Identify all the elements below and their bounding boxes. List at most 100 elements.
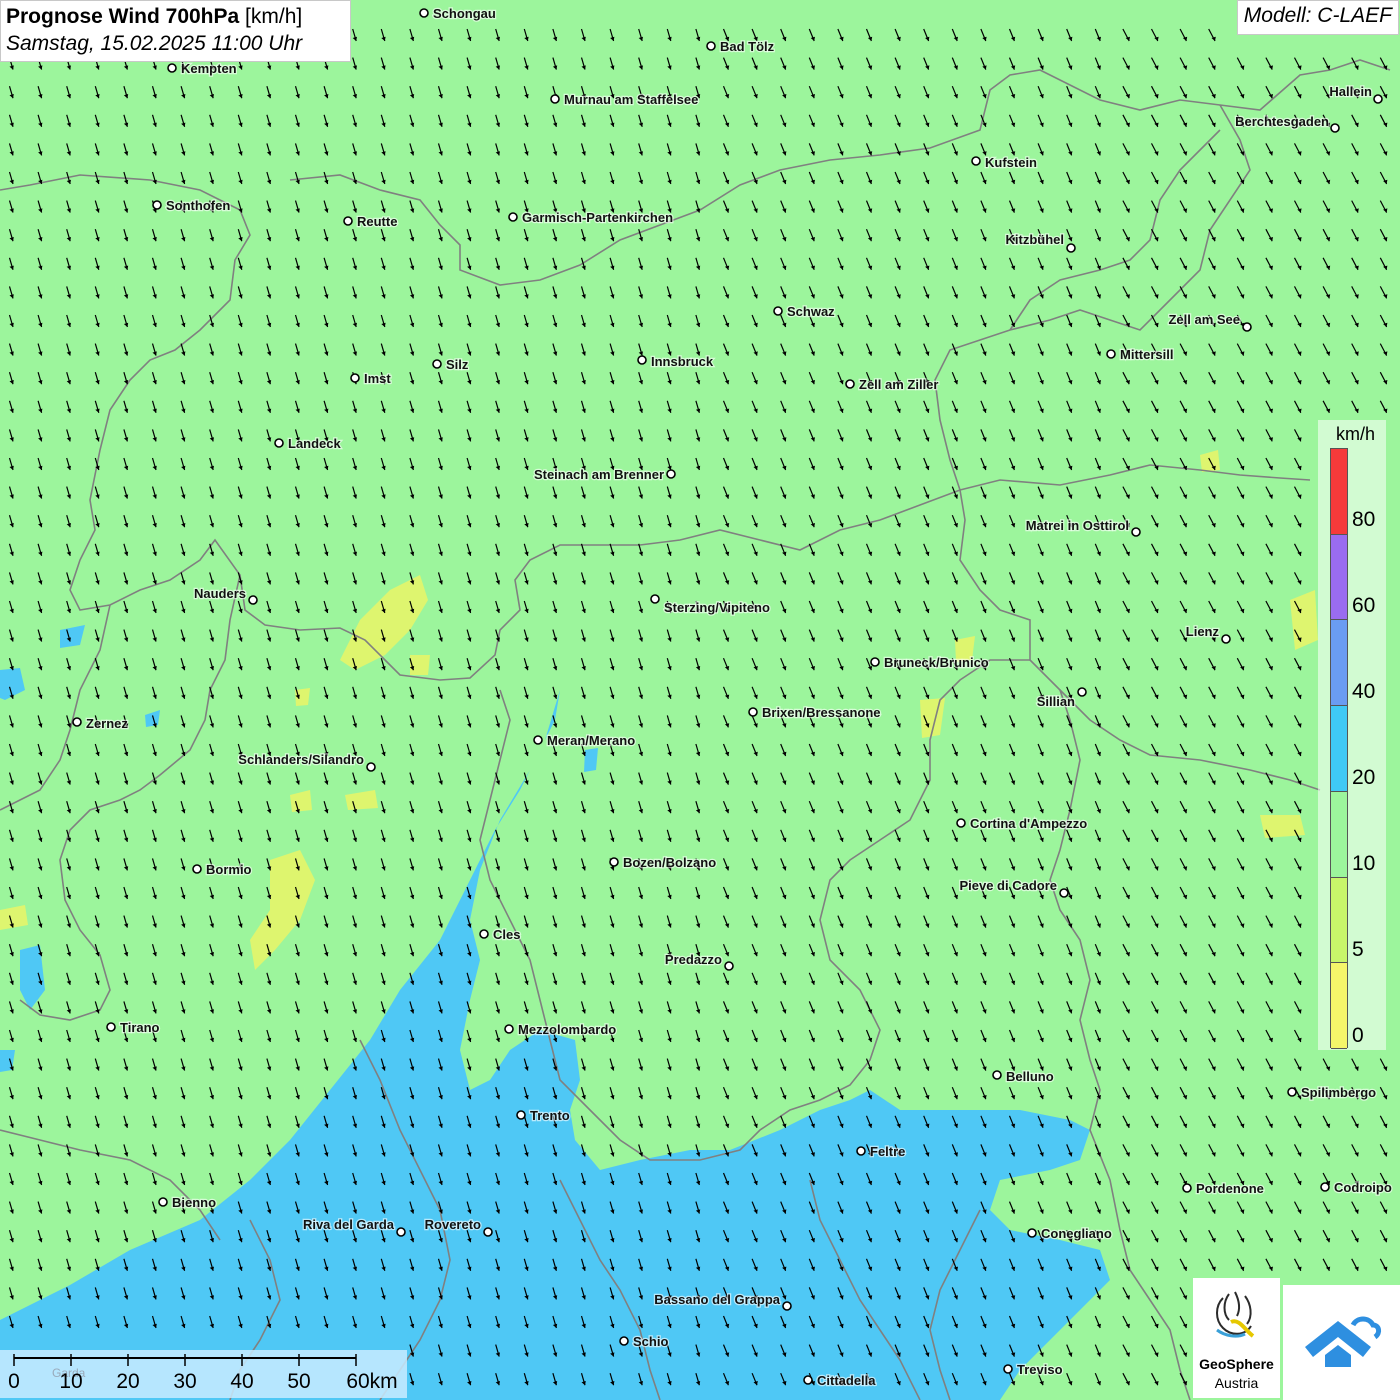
city-dot (1242, 322, 1252, 332)
city-label: Codroipo (1334, 1180, 1392, 1195)
city-dot (803, 1375, 813, 1385)
legend-label-5: 5 (1352, 938, 1364, 961)
city-label: Sonthofen (166, 198, 230, 213)
city-dot (1182, 1183, 1192, 1193)
city-dot (1320, 1182, 1330, 1192)
city-dot (1287, 1087, 1297, 1097)
city-dot (1131, 527, 1141, 537)
legend-label-40: 40 (1352, 680, 1376, 703)
city-dot (396, 1227, 406, 1237)
scale-label-50: 50 (287, 1370, 311, 1393)
city-dot (856, 1146, 866, 1156)
city-dot (870, 657, 880, 667)
legend-color-segment (1331, 963, 1347, 1049)
city-label: Zell am Ziller (859, 377, 938, 392)
city-dot (1221, 634, 1231, 644)
city-dot (432, 359, 442, 369)
title-box: Prognose Wind 700hPa [km/h] Samstag, 15.… (0, 0, 351, 62)
city-label: Cittadella (817, 1373, 876, 1388)
city-label: Sillian (1037, 694, 1075, 709)
color-legend: km/h 80 60 40 20 10 5 0 (1318, 420, 1386, 1050)
legend-label-60: 60 (1352, 594, 1376, 617)
city-marker: Mezzolombardo (504, 1021, 618, 1038)
city-label: Feltre (870, 1144, 905, 1159)
city-label: Treviso (1017, 1362, 1063, 1377)
city-dot (167, 63, 177, 73)
city-dot (350, 373, 360, 383)
scale-label-20: 20 (116, 1370, 140, 1393)
city-dot (248, 595, 258, 605)
city-dot (724, 961, 734, 971)
scale-bar: Garda 0 10 20 30 40 50 60km (0, 1350, 407, 1398)
city-label: Schwaz (787, 304, 835, 319)
city-label: Zernez (86, 716, 128, 731)
city-dot (637, 355, 647, 365)
city-label: Schongau (433, 6, 496, 21)
city-dot (782, 1301, 792, 1311)
legend-label-20: 20 (1352, 766, 1376, 789)
wind-map[interactable]: Schongau Bad Tölz Kempten Murnau am Staffel… (0, 0, 1400, 1400)
scale-label-60km: 60km (346, 1370, 398, 1393)
city-label: Spilimbergo (1301, 1085, 1376, 1100)
city-label: Trento (530, 1108, 570, 1123)
city-label: Zell am See (1168, 312, 1240, 327)
city-dot (533, 735, 543, 745)
city-dot (192, 864, 202, 874)
city-dot (748, 707, 758, 717)
city-dot (516, 1110, 526, 1120)
city-label: Imst (364, 371, 391, 386)
city-marker: Pordenone (1182, 1180, 1265, 1197)
city-label: Bormio (206, 862, 252, 877)
city-dot (483, 1227, 493, 1237)
city-dot (619, 1336, 629, 1346)
legend-label-80: 80 (1352, 508, 1376, 531)
scale-label-40: 40 (230, 1370, 254, 1393)
legend-color-segment (1331, 620, 1347, 707)
city-label: Nauders (194, 586, 246, 601)
city-label: Kufstein (985, 155, 1037, 170)
geosphere-emblem-icon (1216, 1291, 1255, 1338)
city-marker: Zell am Ziller (845, 376, 940, 393)
city-label: Mittersill (1120, 347, 1173, 362)
city-dot (971, 156, 981, 166)
city-label: Innsbruck (651, 354, 714, 369)
scale-label-10: 10 (59, 1370, 83, 1393)
city-dot (343, 216, 353, 226)
city-label: Reutte (357, 214, 397, 229)
city-dot (992, 1070, 1002, 1080)
city-dot (1077, 687, 1087, 697)
city-dot (419, 8, 429, 18)
city-dot (106, 1022, 116, 1032)
city-label: Silz (446, 357, 469, 372)
city-dot (706, 41, 716, 51)
city-label: Mezzolombardo (518, 1022, 616, 1037)
city-marker: Spilimbergo (1287, 1084, 1377, 1101)
legend-label-10: 10 (1352, 852, 1376, 875)
city-marker: Cortina d'Ampezzo (956, 815, 1089, 832)
city-dot (508, 212, 518, 222)
city-dot (550, 94, 560, 104)
city-label: Cles (493, 927, 520, 942)
city-dot (274, 438, 284, 448)
city-label: Steinach am Brenner (534, 467, 664, 482)
city-label: Bad Tölz (720, 39, 775, 54)
weather-app-logo[interactable] (1283, 1285, 1400, 1400)
city-label: Kitzbühel (1006, 232, 1065, 247)
city-label: Riva del Garda (303, 1217, 395, 1232)
city-label: Sterzing/Vipiteno (664, 600, 770, 615)
city-label: Bruneck/Brunico (884, 655, 989, 670)
city-label: Cortina d'Ampezzo (970, 816, 1087, 831)
city-label: Landeck (288, 436, 342, 451)
city-marker: Murnau am Staffelsee (550, 91, 700, 108)
city-dot (366, 762, 376, 772)
city-label: Schlanders/Silandro (238, 752, 364, 767)
city-marker: Garmisch-Partenkirchen (508, 209, 674, 226)
geosphere-country: Austria (1214, 1375, 1259, 1391)
scale-label-30: 30 (173, 1370, 197, 1393)
legend-color-segment (1331, 791, 1347, 878)
city-label: Garmisch-Partenkirchen (522, 210, 673, 225)
city-label: Hallein (1329, 84, 1372, 99)
geosphere-logo[interactable]: GeoSphere Austria (1193, 1278, 1280, 1398)
legend-unit: km/h (1336, 424, 1376, 444)
city-dot (1106, 349, 1116, 359)
